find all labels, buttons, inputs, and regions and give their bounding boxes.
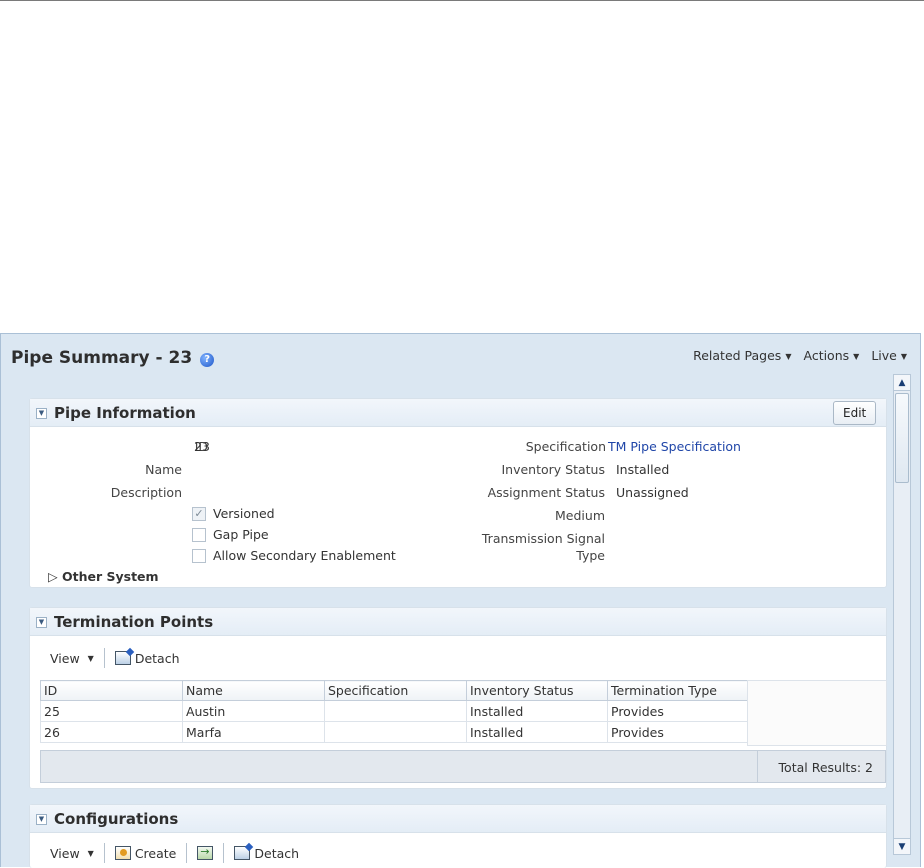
- configurations-title: Configurations: [54, 810, 179, 828]
- gap-pipe-label: Gap Pipe: [213, 527, 269, 542]
- detach-button[interactable]: Detach: [105, 651, 190, 666]
- page-title: Pipe Summary - 23 ?: [11, 348, 215, 368]
- scroll-down-icon[interactable]: ▼: [894, 838, 910, 854]
- inventory-status-label: Inventory Status: [501, 462, 605, 477]
- row-inventory-status: Installed: [466, 721, 608, 743]
- termination-points-panel: ▼ Termination Points View ▼ Detach ID Na…: [29, 607, 887, 789]
- row-inventory-status: Installed: [466, 700, 608, 722]
- column-header-specification[interactable]: Specification: [324, 680, 467, 701]
- create-label: Create: [134, 845, 177, 861]
- termination-toolbar: View ▼ Detach: [40, 644, 190, 672]
- termination-points-header: ▼ Termination Points: [30, 608, 886, 636]
- collapse-icon[interactable]: ▼: [36, 408, 47, 419]
- detach-button[interactable]: Detach: [224, 846, 309, 861]
- edit-button[interactable]: Edit: [833, 401, 877, 425]
- export-icon: [197, 845, 214, 860]
- live-menu[interactable]: Live ▼: [871, 348, 907, 363]
- header-menus: Related Pages ▼ Actions ▼ Live ▼: [693, 348, 907, 363]
- detach-icon: [114, 651, 131, 665]
- row-id-link[interactable]: 26: [40, 721, 183, 743]
- create-icon: [114, 846, 131, 860]
- id-value: 23: [194, 439, 210, 454]
- row-termination-type: Provides: [607, 700, 749, 722]
- specification-label: Specification: [525, 439, 606, 454]
- view-label: View: [50, 845, 80, 861]
- inventory-status-value: Installed: [616, 462, 670, 477]
- detach-icon: [234, 846, 251, 860]
- versioned-label: Versioned: [213, 506, 275, 521]
- transmission-signal-label: Transmission Signal: [481, 531, 605, 546]
- chevron-down-icon: ▼: [87, 653, 94, 663]
- allow-secondary-enablement-checkbox[interactable]: [192, 549, 206, 563]
- chevron-down-icon: ▼: [900, 352, 907, 361]
- transmission-type-label: Type: [576, 548, 605, 563]
- page-header: Pipe Summary - 23 ? Related Pages ▼ Actio…: [1, 334, 921, 374]
- help-icon[interactable]: ?: [200, 353, 215, 367]
- name-label: Name: [145, 462, 182, 477]
- pipe-information-title: Pipe Information: [54, 404, 196, 422]
- collapse-icon[interactable]: ▼: [36, 617, 47, 628]
- pipe-summary-frame: Pipe Summary - 23 ? Related Pages ▼ Actio…: [0, 333, 921, 868]
- termination-points-title: Termination Points: [54, 613, 214, 631]
- chevron-down-icon: ▼: [785, 352, 792, 361]
- row-specification: [324, 721, 467, 743]
- page-title-text: Pipe Summary - 23: [11, 348, 193, 368]
- collapse-icon[interactable]: ▼: [36, 814, 47, 825]
- assignment-status-value: Unassigned: [616, 485, 689, 500]
- pipe-information-panel: ▼ Pipe Information Edit ID 23 Name Descr…: [29, 398, 887, 588]
- detach-label: Detach: [254, 845, 300, 861]
- column-header-name[interactable]: Name: [182, 680, 325, 701]
- top-divider: [0, 0, 924, 1]
- footer-divider: [757, 751, 758, 782]
- versioned-checkbox[interactable]: ✓: [192, 507, 206, 521]
- row-termination-type: Provides: [607, 721, 749, 743]
- chevron-down-icon: ▼: [87, 848, 94, 858]
- termination-points-table: ID Name Specification Inventory Status T…: [40, 680, 749, 743]
- related-pages-menu[interactable]: Related Pages ▼: [693, 348, 791, 363]
- table-footer: Total Results: 2: [40, 750, 886, 783]
- detach-label: Detach: [134, 650, 180, 666]
- pipe-information-header: ▼ Pipe Information: [30, 399, 886, 427]
- view-menu[interactable]: View ▼: [40, 846, 104, 861]
- vertical-scrollbar[interactable]: ▲ ▼: [893, 374, 911, 855]
- configurations-panel: ▼ Configurations View ▼ Create Detach: [29, 804, 887, 868]
- column-header-inventory-status[interactable]: Inventory Status: [466, 680, 608, 701]
- view-label: View: [50, 650, 80, 666]
- allow-secondary-enablement-label: Allow Secondary Enablement: [213, 548, 396, 563]
- live-label: Live: [871, 348, 897, 363]
- row-name: Austin: [182, 700, 325, 722]
- scrollbar-thumb[interactable]: [895, 393, 909, 483]
- specification-link[interactable]: TM Pipe Specification: [608, 439, 741, 454]
- row-id-link[interactable]: 25: [40, 700, 183, 722]
- table-empty-area: [747, 680, 887, 746]
- other-system-label: Other System: [61, 569, 159, 584]
- row-specification: [324, 700, 467, 722]
- chevron-down-icon: ▼: [853, 352, 860, 361]
- row-name: Marfa: [182, 721, 325, 743]
- column-header-id[interactable]: ID: [40, 680, 183, 701]
- configurations-toolbar: View ▼ Create Detach: [40, 839, 309, 867]
- total-results: Total Results: 2: [778, 760, 873, 775]
- table-row[interactable]: 26 Marfa Installed Provides: [40, 721, 749, 743]
- other-system-toggle[interactable]: ▷ Other System: [48, 569, 159, 584]
- column-header-termination-type[interactable]: Termination Type: [607, 680, 749, 701]
- description-label: Description: [110, 485, 182, 500]
- table-row[interactable]: 25 Austin Installed Provides: [40, 700, 749, 722]
- gap-pipe-checkbox[interactable]: [192, 528, 206, 542]
- configurations-header: ▼ Configurations: [30, 805, 886, 833]
- scroll-up-icon[interactable]: ▲: [894, 375, 910, 391]
- id-label: ID: [194, 439, 208, 454]
- disclosure-right-icon: ▷: [48, 569, 58, 584]
- table-header-row: ID Name Specification Inventory Status T…: [40, 680, 749, 701]
- view-menu[interactable]: View ▼: [40, 651, 104, 666]
- export-button[interactable]: [187, 845, 223, 860]
- assignment-status-label: Assignment Status: [487, 485, 605, 500]
- actions-label: Actions: [803, 348, 850, 363]
- create-button[interactable]: Create: [105, 846, 187, 861]
- related-pages-label: Related Pages: [693, 348, 782, 363]
- medium-label: Medium: [555, 508, 605, 523]
- actions-menu[interactable]: Actions ▼: [803, 348, 859, 363]
